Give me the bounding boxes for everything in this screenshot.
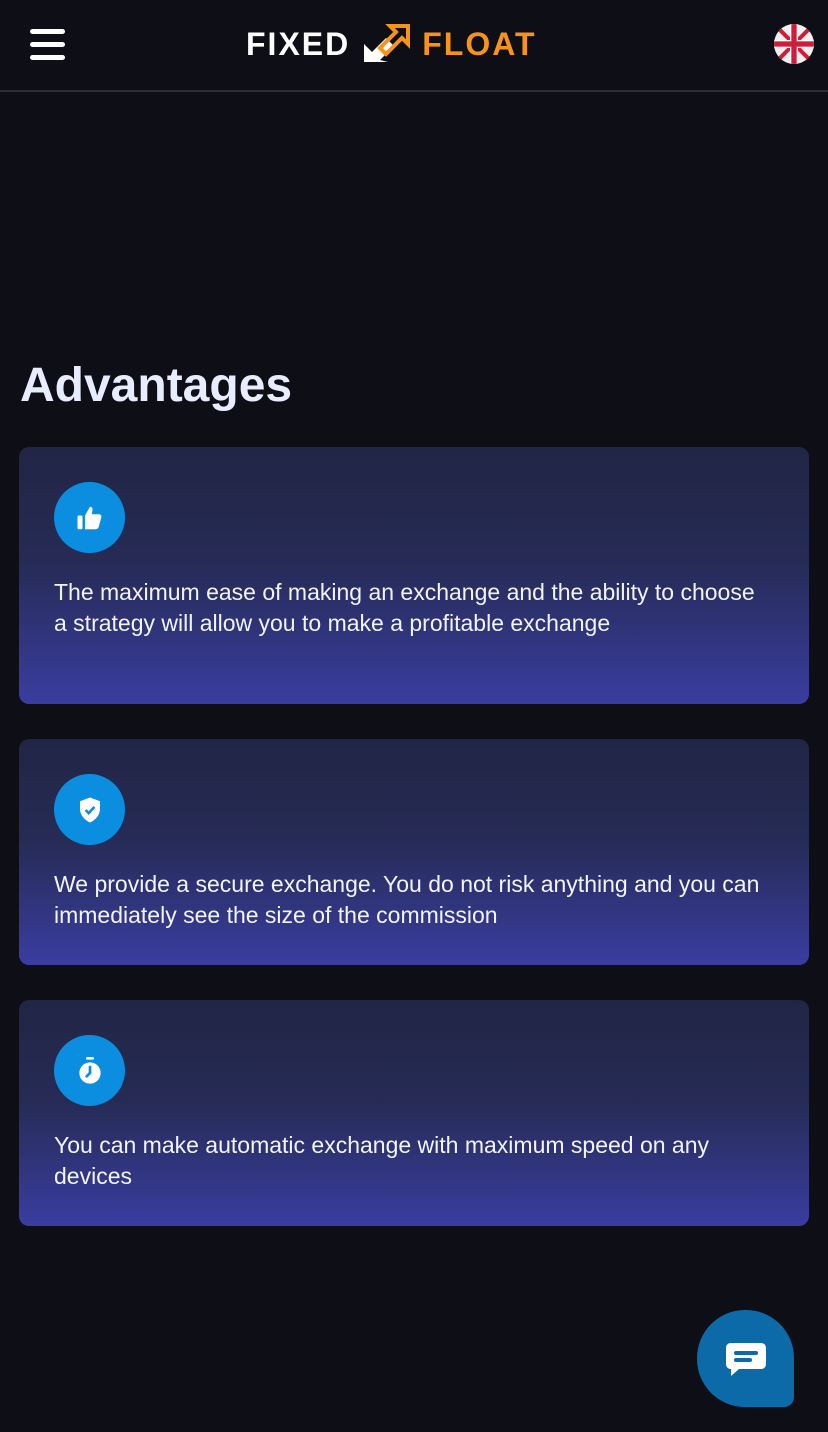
advantage-text: You can make automatic exchange with max… [54, 1132, 710, 1189]
shield-check-icon [54, 774, 125, 845]
thumbs-up-icon [54, 482, 125, 553]
chat-button[interactable] [697, 1310, 794, 1407]
uk-flag-icon[interactable] [774, 24, 814, 64]
advantage-card-ease: The maximum ease of making an exchange a… [19, 447, 809, 704]
advantages-title: Advantages [20, 359, 293, 412]
hamburger-menu-icon[interactable] [30, 26, 66, 62]
advantage-card-security: We provide a secure exchange. You do not… [19, 739, 809, 965]
stopwatch-icon [54, 1035, 125, 1106]
fixedfloat-logo[interactable]: FIXED FLOAT [246, 22, 537, 66]
advantage-text: The maximum ease of making an exchange a… [54, 579, 755, 636]
top-header: FIXED FLOAT [0, 0, 828, 92]
advantage-text: We provide a secure exchange. You do not… [54, 871, 760, 928]
logo-text-float: FLOAT [422, 25, 537, 62]
logo-text-fixed: FIXED [246, 25, 351, 62]
logo-arrows-icon [364, 24, 411, 62]
chat-bubble-icon [725, 1342, 766, 1376]
advantage-card-speed: You can make automatic exchange with max… [19, 1000, 809, 1226]
